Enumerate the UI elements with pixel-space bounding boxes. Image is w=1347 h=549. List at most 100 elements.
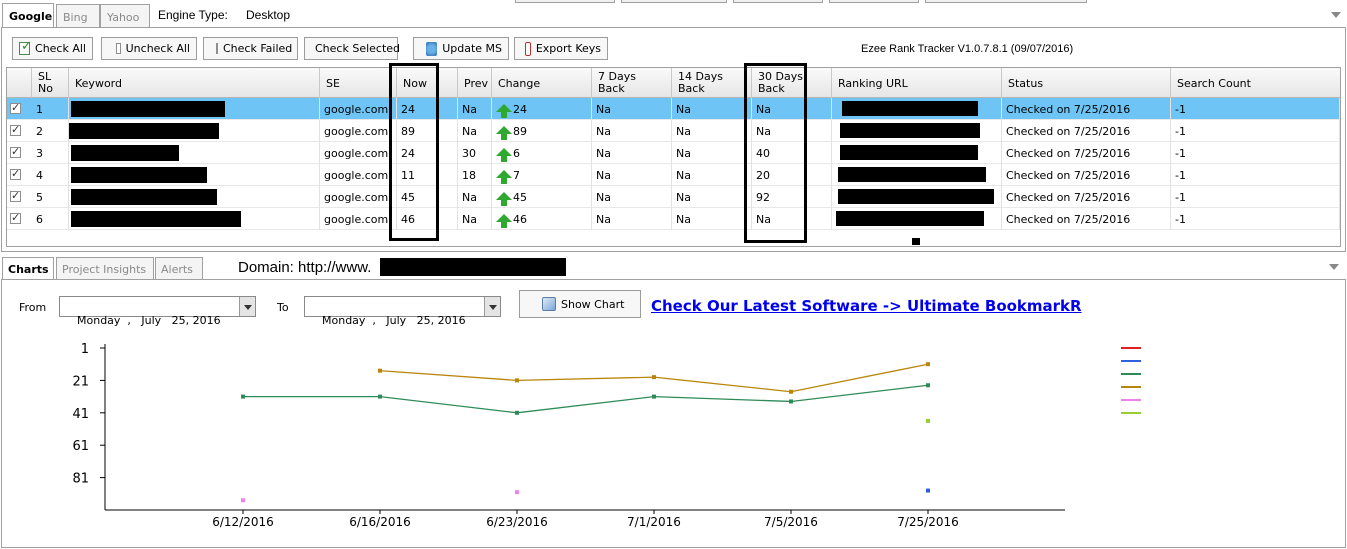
to-date-picker[interactable]: Monday , July 25, 2016 [304,296,501,327]
top-toolbar-button[interactable] [829,0,919,3]
row-checkbox[interactable] [10,211,21,224]
sl-no-cell: 4 [32,164,69,186]
column-header-14-days-back[interactable]: 14 Days Back [672,68,752,98]
days-7-cell: Na [592,164,672,186]
keyword-cell [69,164,320,186]
tab-google[interactable]: Google [2,3,54,28]
column-header-change[interactable]: Change [492,68,592,98]
data-point [515,378,519,383]
top-toolbar-button[interactable] [733,0,823,3]
days-7-cell: Na [592,120,672,142]
column-header-7-days-back[interactable]: 7 Days Back [592,68,672,98]
days-7-cell: Na [592,208,672,230]
promo-link[interactable]: Check Our Latest Software -> Ultimate Bo… [651,297,1082,315]
column-header-sl-no[interactable]: SL No [32,68,69,98]
tab-alerts[interactable]: Alerts [155,257,203,279]
table-row[interactable]: 5google.com45NaNaNa92Checked on 7/25/201… [7,186,1340,208]
tab-bing[interactable]: Bing [56,4,100,27]
keyword-cell [69,98,320,120]
se-cell: google.com [320,142,397,164]
uncheck-all-label: Uncheck All [125,42,190,55]
chart-icon [542,297,556,311]
legend-item [1121,408,1291,418]
row-checkbox[interactable] [10,189,21,202]
export-keys-button[interactable]: Export Keys [514,37,608,60]
column-header-keyword[interactable]: Keyword [69,68,320,98]
top-toolbar-button[interactable] [925,0,1087,3]
status-cell: Checked on 7/25/2016 [1002,98,1171,120]
table-row[interactable]: 3google.com2430NaNa40Checked on 7/25/201… [7,142,1340,164]
prev-cell: Na [458,98,492,120]
data-point [926,362,930,367]
ranking-url-cell[interactable] [832,164,1002,186]
uncheck-all-button[interactable]: Uncheck All [101,37,197,60]
column-header-se[interactable]: SE [320,68,397,98]
legend-item [1121,382,1291,392]
redaction [69,123,219,139]
domain-label: Domain: http://www. [238,259,372,276]
check-selected-label: Check Selected [315,42,401,55]
column-header-select[interactable] [7,68,32,98]
ranking-url-cell[interactable] [832,186,1002,208]
column-header-ranking-url[interactable]: Ranking URL [832,68,1002,98]
ranking-url-cell[interactable] [832,208,1002,230]
redaction [912,238,920,245]
status-cell: Checked on 7/25/2016 [1002,186,1171,208]
table-row[interactable]: 4google.com1118NaNa20Checked on 7/25/201… [7,164,1340,186]
column-header-prev[interactable]: Prev [458,68,492,98]
up-arrow-icon [496,170,512,184]
top-toolbar-button[interactable] [515,0,615,3]
search-count-cell: -1 [1171,208,1340,230]
days-14-cell: Na [672,120,752,142]
check-selected-button[interactable]: Check Selected [304,37,401,60]
row-checkbox[interactable] [10,167,21,180]
check-all-label: Check All [35,42,86,55]
days-14-cell: Na [672,208,752,230]
redaction [836,211,984,226]
top-toolbar-button[interactable] [621,0,727,3]
show-chart-button[interactable]: Show Chart [519,290,641,318]
change-value: 7 [513,169,520,182]
redaction [71,145,179,161]
up-arrow-icon [496,126,512,140]
engine-tabbar: Google Bing Yahoo Engine Type: Desktop [0,0,1347,28]
panel-dropdown-icon[interactable] [1329,264,1339,270]
update-ms-button[interactable]: Update MS [413,37,509,60]
y-tick-label: 41 [72,407,89,422]
from-date-picker[interactable]: Monday , July 25, 2016 [59,296,256,327]
calendar-dropdown-icon[interactable] [239,297,255,316]
check-all-button[interactable]: Check All [12,37,93,60]
calendar-dropdown-icon[interactable] [484,297,500,316]
tab-yahoo[interactable]: Yahoo [100,4,150,27]
row-checkbox[interactable] [10,145,21,158]
row-checkbox[interactable] [10,123,21,136]
table-row[interactable]: 1google.com24NaNaNaNaChecked on 7/25/201… [7,98,1340,120]
sl-no-cell: 1 [32,98,69,120]
ranking-url-cell[interactable] [832,98,1002,120]
table-row[interactable]: 6google.com46NaNaNaNaChecked on 7/25/201… [7,208,1340,230]
redaction [840,123,980,138]
ranking-url-cell[interactable] [832,142,1002,164]
days-14-cell: Na [672,98,752,120]
data-point [515,410,519,415]
column-header-status[interactable]: Status [1002,68,1171,98]
redaction [838,167,986,182]
search-count-cell: -1 [1171,120,1340,142]
x-tick-label: 6/16/2016 [349,515,411,529]
tab-charts[interactable]: Charts [2,257,54,279]
se-cell: google.com [320,208,397,230]
data-point [241,394,245,399]
x-tick-label: 6/12/2016 [212,515,274,529]
change-cell: 46 [492,208,592,230]
status-cell: Checked on 7/25/2016 [1002,208,1171,230]
panel-dropdown-icon[interactable] [1331,12,1341,18]
table-row[interactable]: 2google.com89NaNaNaNaChecked on 7/25/201… [7,120,1340,142]
change-cell: 6 [492,142,592,164]
row-checkbox[interactable] [10,101,21,114]
x-tick-label: 7/25/2016 [897,515,959,529]
column-header-search-count[interactable]: Search Count [1171,68,1340,98]
ranking-url-cell[interactable] [832,120,1002,142]
check-failed-button[interactable]: Check Failed [203,37,298,60]
tab-project-insights[interactable]: Project Insights [56,257,154,279]
empty-checkbox-icon [116,43,121,54]
